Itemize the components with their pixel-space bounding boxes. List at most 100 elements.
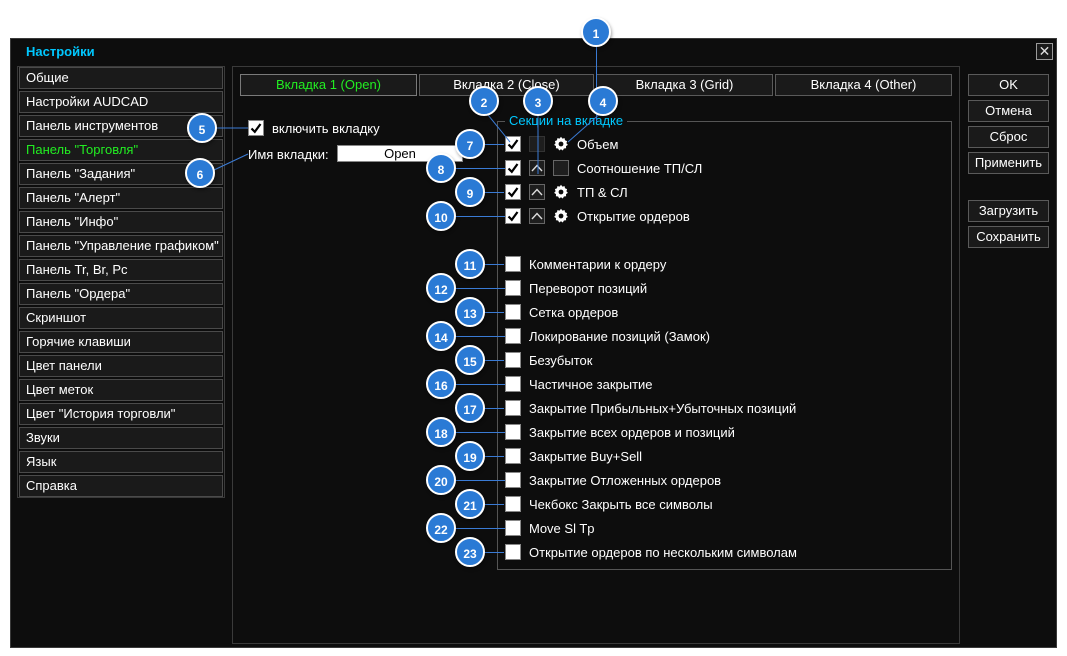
- section-close-all-label: Закрытие всех ордеров и позиций: [529, 425, 735, 440]
- chevron-up-icon: [531, 212, 543, 220]
- callout-line-12: [455, 288, 505, 289]
- sidebar-item-general[interactable]: Общие: [19, 67, 223, 89]
- section-close-buy-sell-checkbox[interactable]: [505, 448, 521, 464]
- cancel-button[interactable]: Отмена: [968, 100, 1049, 122]
- sidebar-item-chart-control-panel[interactable]: Панель "Управление графиком": [19, 235, 223, 257]
- callout-badge-16: 16: [426, 369, 456, 399]
- callout-badge-22: 22: [426, 513, 456, 543]
- gear-icon[interactable]: [553, 208, 569, 224]
- tab-1-open[interactable]: Вкладка 1 (Open): [240, 74, 417, 96]
- callout-badge-7: 7: [455, 129, 485, 159]
- sidebar-item-history-color[interactable]: Цвет "История торговли": [19, 403, 223, 425]
- callout-line-17: [484, 408, 504, 409]
- section-position-reversal-checkbox[interactable]: [505, 280, 521, 296]
- section-close-profit-loss-checkbox[interactable]: [505, 400, 521, 416]
- check-icon: [507, 187, 519, 198]
- section-order-comments-label: Комментарии к ордеру: [529, 257, 667, 272]
- section-close-pending-checkbox[interactable]: [505, 472, 521, 488]
- section-position-lock-checkbox[interactable]: [505, 328, 521, 344]
- section-order-grid-label: Сетка ордеров: [529, 305, 619, 320]
- callout-line-15: [484, 360, 504, 361]
- section-order-opening-checkbox[interactable]: [505, 208, 521, 224]
- callout-line-9: [484, 192, 504, 193]
- section-close-all-symbols-label: Чекбокс Закрыть все символы: [529, 497, 713, 512]
- section-close-all-symbols-checkbox[interactable]: [505, 496, 521, 512]
- callout-badge-20: 20: [426, 465, 456, 495]
- section-multi-symbol-orders-checkbox[interactable]: [505, 544, 521, 560]
- enable-tab-label: включить вкладку: [272, 121, 380, 136]
- sidebar-item-alert-panel[interactable]: Панель "Алерт": [19, 187, 223, 209]
- section-breakeven-checkbox[interactable]: [505, 352, 521, 368]
- callout-badge-15: 15: [455, 345, 485, 375]
- check-icon: [507, 163, 519, 174]
- callout-line-8: [455, 168, 505, 169]
- sidebar-item-tr-br-pc-panel[interactable]: Панель Tr, Br, Pc: [19, 259, 223, 281]
- callout-badge-1: 1: [581, 17, 611, 47]
- callout-badge-4: 4: [588, 86, 618, 116]
- callout-badge-9: 9: [455, 177, 485, 207]
- callout-line-20: [455, 480, 505, 481]
- section-order-comments-checkbox[interactable]: [505, 256, 521, 272]
- section-close-buy-sell-label: Закрытие Buy+Sell: [529, 449, 643, 464]
- section-close-all-checkbox[interactable]: [505, 424, 521, 440]
- load-button[interactable]: Загрузить: [968, 200, 1049, 222]
- section-partial-close-label: Частичное закрытие: [529, 377, 653, 392]
- tab-2-close[interactable]: Вкладка 2 (Close): [419, 74, 594, 96]
- callout-badge-14: 14: [426, 321, 456, 351]
- apply-button[interactable]: Применить: [968, 152, 1049, 174]
- section-partial-close-checkbox[interactable]: [505, 376, 521, 392]
- section-tp-sl-label: ТП & СЛ: [577, 185, 628, 200]
- close-button[interactable]: ✕: [1036, 43, 1053, 60]
- section-move-sl-tp-checkbox[interactable]: [505, 520, 521, 536]
- callout-line-19: [484, 456, 504, 457]
- section-tp-sl-ratio-checkbox[interactable]: [505, 160, 521, 176]
- callout-badge-13: 13: [455, 297, 485, 327]
- callout-line-10: [455, 216, 505, 217]
- section-tp-sl-ratio-label: Соотношение ТП/СЛ: [577, 161, 703, 176]
- ok-button[interactable]: OK: [968, 74, 1049, 96]
- section-order-grid-checkbox[interactable]: [505, 304, 521, 320]
- section-tp-sl-ratio-move-up-button[interactable]: [529, 160, 545, 176]
- sidebar-item-panel-color[interactable]: Цвет панели: [19, 355, 223, 377]
- section-tp-sl-ratio-settings-placeholder: [553, 160, 569, 176]
- tab-3-grid[interactable]: Вкладка 3 (Grid): [596, 74, 773, 96]
- gear-icon[interactable]: [553, 184, 569, 200]
- tab-4-other[interactable]: Вкладка 4 (Other): [775, 74, 952, 96]
- sidebar-item-sounds[interactable]: Звуки: [19, 427, 223, 449]
- sidebar-item-info-panel[interactable]: Панель "Инфо": [19, 211, 223, 233]
- section-multi-symbol-orders-label: Открытие ордеров по нескольким символам: [529, 545, 797, 560]
- sidebar-item-hotkeys[interactable]: Горячие клавиши: [19, 331, 223, 353]
- sidebar-item-help[interactable]: Справка: [19, 475, 223, 497]
- callout-badge-21: 21: [455, 489, 485, 519]
- reset-button[interactable]: Сброс: [968, 126, 1049, 148]
- section-position-lock-label: Локирование позиций (Замок): [529, 329, 710, 344]
- callout-badge-19: 19: [455, 441, 485, 471]
- section-order-opening-move-up-button[interactable]: [529, 208, 545, 224]
- check-icon: [507, 211, 519, 222]
- callout-line-21: [484, 504, 504, 505]
- section-close-profit-loss-label: Закрытие Прибыльных+Убыточных позиций: [529, 401, 797, 416]
- callout-badge-23: 23: [455, 537, 485, 567]
- callout-badge-6: 6: [185, 158, 215, 188]
- chevron-up-icon: [531, 188, 543, 196]
- callout-line-13: [484, 312, 504, 313]
- section-tp-sl-move-up-button[interactable]: [529, 184, 545, 200]
- callout-badge-18: 18: [426, 417, 456, 447]
- section-tp-sl-checkbox[interactable]: [505, 184, 521, 200]
- sidebar-item-symbol-settings[interactable]: Настройки AUDCAD: [19, 91, 223, 113]
- section-close-pending-label: Закрытие Отложенных ордеров: [529, 473, 722, 488]
- section-order-opening-label: Открытие ордеров: [577, 209, 690, 224]
- callout-badge-12: 12: [426, 273, 456, 303]
- callout-line-14: [455, 336, 505, 337]
- callout-line-16: [455, 384, 505, 385]
- section-breakeven-label: Безубыток: [529, 353, 593, 368]
- sidebar-item-language[interactable]: Язык: [19, 451, 223, 473]
- sidebar-item-trading-panel[interactable]: Панель "Торговля": [19, 139, 223, 161]
- sidebar-item-labels-color[interactable]: Цвет меток: [19, 379, 223, 401]
- sidebar-item-orders-panel[interactable]: Панель "Ордера": [19, 283, 223, 305]
- sidebar-item-screenshot[interactable]: Скриншот: [19, 307, 223, 329]
- chevron-up-icon: [531, 164, 543, 172]
- callout-badge-8: 8: [426, 153, 456, 183]
- save-button[interactable]: Сохранить: [968, 226, 1049, 248]
- window-title: Настройки: [26, 44, 95, 59]
